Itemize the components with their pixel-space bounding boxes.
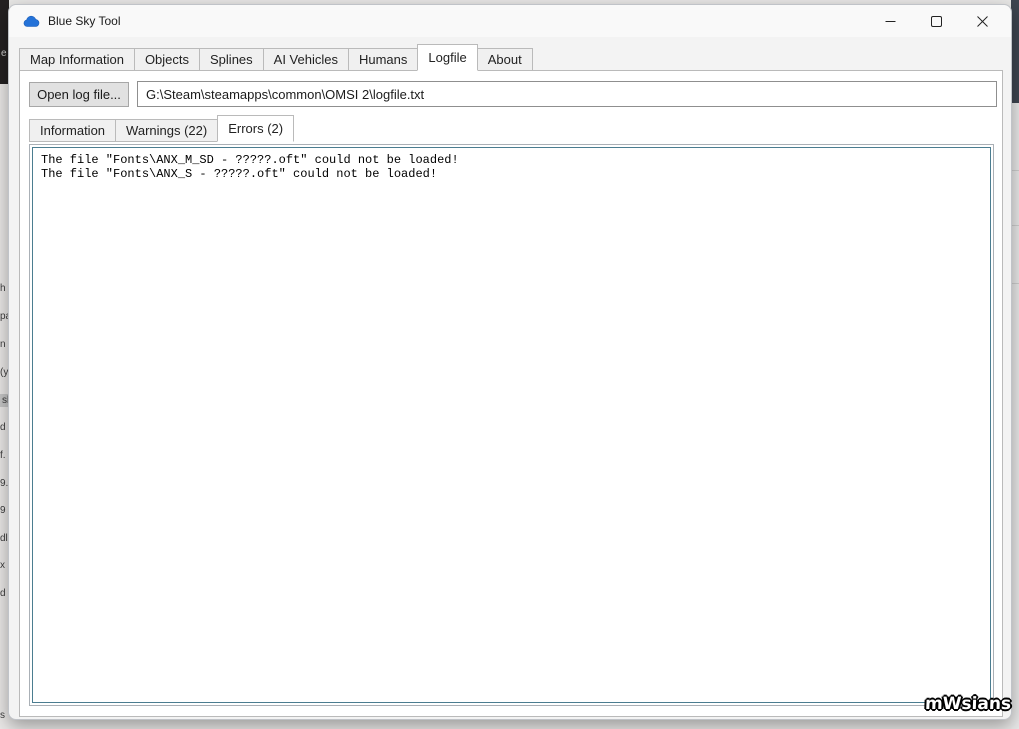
main-tab-strip: Map Information Objects Splines AI Vehic…: [19, 44, 533, 71]
close-button[interactable]: [959, 5, 1005, 37]
background-text-fragment: n: [0, 339, 6, 350]
watermark: mWsians: [924, 694, 1012, 714]
error-line: The file "Fonts\ANX_M_SD - ?????.oft" co…: [41, 153, 459, 167]
tab-ai-vehicles[interactable]: AI Vehicles: [262, 48, 349, 71]
background-text-fragment: d: [0, 588, 6, 599]
titlebar[interactable]: Blue Sky Tool: [9, 5, 1011, 37]
tab-splines[interactable]: Splines: [199, 48, 264, 71]
background-divider: [1011, 170, 1019, 171]
maximize-icon: [930, 15, 942, 27]
background-text-fragment: f.: [0, 450, 6, 461]
log-path-input[interactable]: [137, 81, 997, 107]
background-window-dark-strip-right: [1011, 0, 1019, 103]
minimize-icon: [885, 20, 895, 22]
background-text-fragment: e: [1, 48, 7, 59]
log-tab-strip: Information Warnings (22) Errors (2): [29, 115, 295, 142]
background-divider: [1011, 225, 1019, 226]
logfile-tab-page: Open log file... Information Warnings (2…: [19, 70, 1003, 717]
background-text-fragment: x: [0, 560, 5, 571]
background-divider: [1011, 283, 1019, 284]
error-log-content: The file "Fonts\ANX_M_SD - ?????.oft" co…: [32, 147, 991, 703]
tab-errors[interactable]: Errors (2): [217, 115, 295, 142]
cloud-app-icon: [23, 15, 40, 28]
maximize-button[interactable]: [913, 5, 959, 37]
error-log-textbox[interactable]: The file "Fonts\ANX_M_SD - ?????.oft" co…: [29, 144, 994, 706]
background-window-light-strip-right: [1011, 103, 1019, 729]
minimize-button[interactable]: [867, 5, 913, 37]
tab-logfile[interactable]: Logfile: [417, 44, 478, 71]
tab-information[interactable]: Information: [29, 119, 117, 142]
open-log-file-button[interactable]: Open log file...: [29, 82, 129, 107]
tab-objects[interactable]: Objects: [133, 48, 201, 71]
tab-map-information[interactable]: Map Information: [19, 48, 135, 71]
app-window: Blue Sky Tool Map Information Objects Sp…: [8, 4, 1012, 720]
background-text-fragment: h: [0, 283, 6, 294]
background-text-fragment: s: [0, 710, 5, 721]
tab-humans[interactable]: Humans: [347, 48, 419, 71]
window-controls: [867, 5, 1005, 37]
tab-warnings[interactable]: Warnings (22): [115, 119, 219, 142]
background-text-fragment: d: [0, 422, 6, 433]
window-title: Blue Sky Tool: [48, 14, 121, 28]
close-icon: [976, 15, 988, 27]
tab-about[interactable]: About: [476, 48, 533, 71]
error-line: The file "Fonts\ANX_S - ?????.oft" could…: [41, 167, 438, 181]
background-text-fragment: 9: [0, 505, 6, 516]
background-text-fragment: dl: [0, 533, 8, 544]
